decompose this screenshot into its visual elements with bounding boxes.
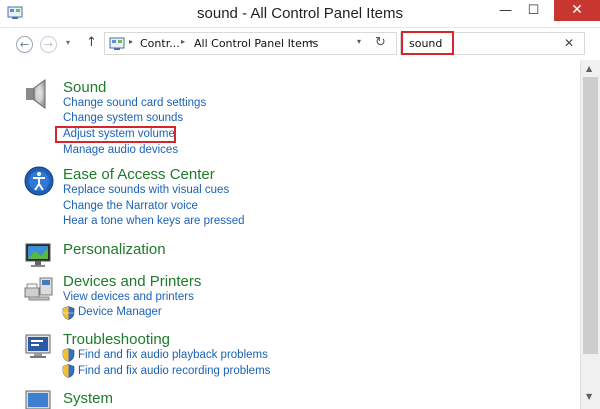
uac-shield-icon (62, 306, 75, 320)
device-manager-link[interactable]: Device Manager (78, 306, 162, 318)
fix-audio-recording-link[interactable]: Find and fix audio recording problems (78, 365, 270, 377)
fix-audio-playback-link[interactable]: Find and fix audio playback problems (78, 349, 268, 361)
change-system-sounds-link[interactable]: Change system sounds (63, 112, 183, 124)
adjust-volume-highlight-box (55, 126, 176, 143)
replace-sounds-visual-cues-link[interactable]: Replace sounds with visual cues (63, 184, 229, 196)
navigation-bar: ← → ▾ ↑ ▸ Contr... ▸ All Control Panel I… (0, 28, 600, 60)
change-narrator-voice-link[interactable]: Change the Narrator voice (63, 200, 198, 212)
maximize-button[interactable]: ☐ (519, 0, 548, 21)
title-bar: sound - All Control Panel Items — ☐ ✕ (0, 0, 600, 28)
up-button[interactable]: ↑ (86, 35, 97, 50)
control-panel-icon (109, 37, 125, 50)
minimize-button[interactable]: — (491, 0, 520, 21)
sound-title[interactable]: Sound (63, 79, 106, 96)
back-button[interactable]: ← (16, 36, 33, 53)
personalization-icon (25, 243, 51, 267)
ease-of-access-title[interactable]: Ease of Access Center (63, 166, 215, 183)
address-dropdown-icon[interactable]: ▾ (357, 37, 361, 46)
search-highlight-box (401, 31, 454, 55)
devices-printers-title[interactable]: Devices and Printers (63, 273, 201, 290)
system-icon (25, 390, 51, 409)
breadcrumb-separator-icon[interactable]: ▸ (310, 37, 314, 46)
clear-search-icon[interactable]: ✕ (564, 36, 574, 50)
system-title[interactable]: System (63, 390, 113, 407)
breadcrumb-all-items[interactable]: All Control Panel Items (194, 37, 318, 50)
troubleshooting-title[interactable]: Troubleshooting (63, 331, 170, 348)
address-bar[interactable]: ▸ Contr... ▸ All Control Panel Items ▸ ▾… (104, 32, 397, 55)
uac-shield-icon (62, 364, 75, 378)
results-pane: Sound Change sound card settings Change … (0, 60, 580, 409)
breadcrumb-control-panel[interactable]: Contr... (140, 37, 180, 50)
breadcrumb-separator-icon[interactable]: ▸ (181, 37, 185, 46)
scroll-up-icon[interactable]: ▲ (586, 64, 592, 73)
hear-tone-keys-pressed-link[interactable]: Hear a tone when keys are pressed (63, 215, 245, 227)
speaker-icon (26, 79, 46, 109)
change-sound-card-settings-link[interactable]: Change sound card settings (63, 97, 206, 109)
scroll-thumb[interactable] (583, 77, 598, 354)
personalization-title[interactable]: Personalization (63, 241, 166, 258)
uac-shield-icon (62, 348, 75, 362)
troubleshooting-icon (25, 334, 51, 358)
view-devices-printers-link[interactable]: View devices and printers (63, 291, 194, 303)
devices-printers-icon (24, 277, 53, 301)
recent-locations-dropdown[interactable]: ▾ (66, 38, 70, 47)
scroll-down-icon[interactable]: ▼ (586, 392, 592, 401)
breadcrumb-separator-icon[interactable]: ▸ (129, 37, 133, 46)
manage-audio-devices-link[interactable]: Manage audio devices (63, 144, 178, 156)
vertical-scrollbar[interactable]: ▲ ▼ (580, 60, 600, 409)
close-button[interactable]: ✕ (554, 0, 600, 21)
ease-of-access-icon (24, 166, 54, 196)
refresh-icon[interactable]: ↻ (375, 35, 386, 50)
forward-button[interactable]: → (40, 36, 57, 53)
